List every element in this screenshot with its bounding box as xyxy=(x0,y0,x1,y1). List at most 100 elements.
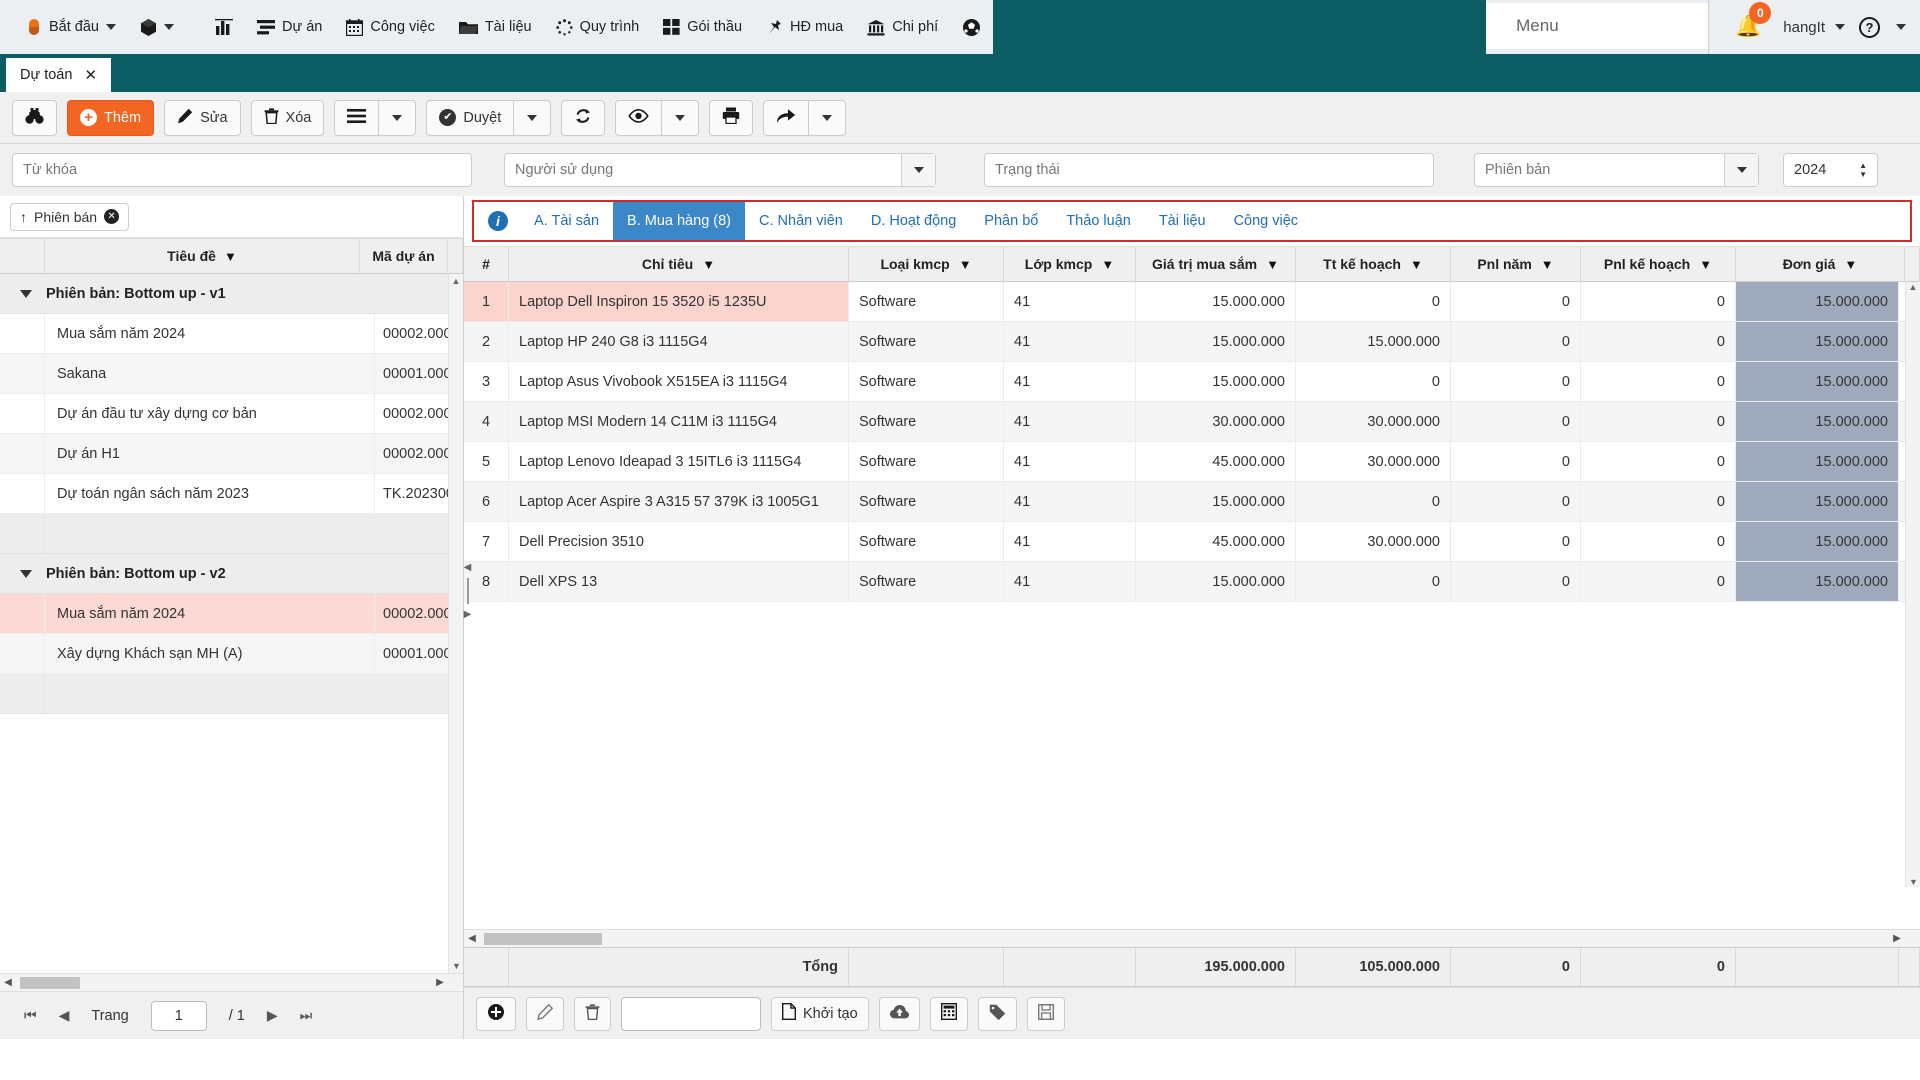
view-dropdown[interactable] xyxy=(661,99,700,136)
tree-row[interactable]: Dự án đầu tư xây dựng cơ bản 00002.00002 xyxy=(0,394,463,434)
grid-row[interactable]: 6 Laptop Acer Aspire 3 A315 57 379K i3 10… xyxy=(464,482,1920,522)
calculator-button[interactable] xyxy=(929,996,968,1031)
tree-row[interactable]: Mua sắm năm 2024 00002.00004 xyxy=(0,314,463,354)
row-delete-button[interactable] xyxy=(574,996,611,1031)
tree-row[interactable]: Dự án H1 00002.00003 xyxy=(0,434,463,474)
save-button[interactable] xyxy=(1026,996,1065,1031)
triangle-down-icon[interactable] xyxy=(20,569,32,578)
filter-funnel-icon[interactable]: ▼ xyxy=(1844,257,1857,272)
document-tab-du-toan[interactable]: Dự toán ✕ xyxy=(6,58,112,92)
nav-item-du-an[interactable]: Dự án xyxy=(245,0,334,54)
prev-page-button[interactable]: ◀ xyxy=(59,1007,70,1024)
tab-tai-lieu[interactable]: Tài liệu xyxy=(1145,202,1220,240)
tree-row[interactable]: Dự toán ngân sách năm 2023 TK.20230001 xyxy=(0,474,463,514)
filter-funnel-icon[interactable]: ▼ xyxy=(959,257,972,272)
chevron-down-icon[interactable] xyxy=(1724,154,1758,186)
spinner-arrows[interactable]: ▲ ▼ xyxy=(1851,161,1867,179)
page-number-input[interactable]: 1 xyxy=(150,1000,207,1031)
tree-header-tieu-de[interactable]: Tiêu đề ▼ xyxy=(45,239,360,273)
tab-c-nhan-vien[interactable]: C. Nhân viên xyxy=(745,202,857,240)
tab-b-mua-hang[interactable]: B. Mua hàng (8) xyxy=(613,202,746,240)
grid-vertical-scrollbar[interactable]: ▲ ▼ xyxy=(1905,282,1920,887)
nav-item-hd-mua[interactable]: HĐ mua xyxy=(754,0,855,54)
list-menu-button[interactable] xyxy=(334,99,379,136)
approve-dropdown[interactable] xyxy=(513,99,552,136)
nav-item-soccer-ball[interactable] xyxy=(950,0,993,54)
tab-d-hoat-dong[interactable]: D. Hoạt động xyxy=(857,202,970,240)
share-dropdown[interactable] xyxy=(808,99,847,136)
start-menu-button[interactable]: Bắt đầu xyxy=(14,0,128,54)
filter-funnel-icon[interactable]: ▼ xyxy=(1101,257,1114,272)
keyword-input[interactable]: Từ khóa xyxy=(12,153,472,187)
grid-header-no[interactable]: # xyxy=(464,247,509,281)
next-page-button[interactable]: ▶ xyxy=(267,1007,278,1024)
menu-button[interactable]: Menu xyxy=(1486,3,1709,49)
chevron-down-icon[interactable] xyxy=(1835,24,1845,30)
year-spinner[interactable]: 2024 ▲ ▼ xyxy=(1783,153,1878,187)
nav-item-quy-trinh[interactable]: Quy trình xyxy=(544,0,652,54)
remove-chip-icon[interactable]: ✕ xyxy=(104,209,120,224)
notifications-button[interactable]: 🔔 0 xyxy=(1723,2,1773,39)
scroll-right-icon[interactable]: ▶ xyxy=(1889,933,1905,944)
grid-row[interactable]: 8 Dell XPS 13 Software 41 15.000.000 0 0 0 15.00… xyxy=(464,562,1920,602)
filter-funnel-icon[interactable]: ▼ xyxy=(1541,257,1554,272)
delete-button[interactable]: Xóa xyxy=(250,99,325,136)
tree-row-selected[interactable]: Mua sắm năm 2024 00002.00004 xyxy=(0,594,463,634)
tree-header-ma-du-an[interactable]: Mã dự án xyxy=(360,239,448,273)
chevron-down-icon[interactable] xyxy=(1896,24,1906,30)
grid-header-gia-tri-mua-sam[interactable]: Giá trị mua sắm ▼ xyxy=(1136,247,1296,281)
chevron-down-icon[interactable] xyxy=(901,154,935,186)
pane-splitter-handle[interactable]: ◀ ▶ xyxy=(463,556,472,626)
version-select[interactable]: Phiên bản xyxy=(1474,153,1759,187)
grid-row[interactable]: 4 Laptop MSI Modern 14 C11M i3 1115G4 Soft… xyxy=(464,402,1920,442)
grid-header-don-gia[interactable]: Đơn giá ▼ xyxy=(1736,247,1905,281)
tag-button[interactable] xyxy=(977,996,1017,1031)
tab-cong-viec[interactable]: Công việc xyxy=(1220,202,1312,240)
row-text-input[interactable] xyxy=(621,996,761,1031)
tab-thao-luan[interactable]: Thảo luận xyxy=(1052,202,1145,240)
scroll-up-icon[interactable]: ▲ xyxy=(449,274,463,288)
grid-row[interactable]: 7 Dell Precision 3510 Software 41 45.000.000… xyxy=(464,522,1920,562)
row-edit-button[interactable] xyxy=(526,996,564,1031)
close-icon[interactable]: ✕ xyxy=(84,66,97,84)
tree-row[interactable]: Xây dựng Khách sạn MH (A) 00001.00012 xyxy=(0,634,463,674)
grid-header-lop-kmcp[interactable]: Lớp kmcp ▼ xyxy=(1004,247,1136,281)
grid-row[interactable]: 2 Laptop HP 240 G8 i3 1115G4 Software 41 15.… xyxy=(464,322,1920,362)
view-button[interactable] xyxy=(615,99,662,136)
initialize-button[interactable]: Khởi tạo xyxy=(771,996,869,1031)
splitter-collapse-right-icon[interactable]: ▶ xyxy=(464,609,472,620)
grid-header-pnl-ke-hoach[interactable]: Pnl kế hoạch ▼ xyxy=(1581,247,1736,281)
scrollbar-thumb[interactable] xyxy=(484,932,602,945)
tree-vertical-scrollbar[interactable]: ▲ ▼ xyxy=(448,274,463,973)
scroll-left-icon[interactable]: ◀ xyxy=(0,977,16,988)
refresh-button[interactable] xyxy=(561,99,606,136)
list-menu-dropdown[interactable] xyxy=(378,99,417,136)
filter-funnel-icon[interactable]: ▼ xyxy=(1410,257,1423,272)
info-tab-button[interactable]: i xyxy=(474,202,520,240)
approve-button[interactable]: ✔ Duyệt xyxy=(426,99,514,136)
scroll-right-icon[interactable]: ▶ xyxy=(432,977,448,988)
user-menu-label[interactable]: hangIt xyxy=(1777,19,1831,36)
tab-a-tai-san[interactable]: A. Tài sản xyxy=(520,202,613,240)
user-select[interactable]: Người sử dụng xyxy=(504,153,936,187)
tree-row[interactable]: Sakana 00001.00008 xyxy=(0,354,463,394)
group-by-chip-phien-ban[interactable]: ↑ Phiên bán ✕ xyxy=(10,202,130,231)
scrollbar-thumb[interactable] xyxy=(20,976,80,989)
upload-button[interactable] xyxy=(878,996,920,1031)
scroll-down-icon[interactable]: ▼ xyxy=(1906,877,1920,887)
filter-funnel-icon[interactable]: ▼ xyxy=(1699,257,1712,272)
filter-funnel-icon[interactable]: ▼ xyxy=(702,257,715,272)
status-input[interactable]: Trạng thái xyxy=(984,153,1434,187)
nav-item-goi-thau[interactable]: Gói thầu xyxy=(651,0,754,54)
dashboard-chart-button[interactable] xyxy=(203,0,245,54)
nav-item-cong-viec[interactable]: Công việc xyxy=(334,0,446,54)
edit-button[interactable]: Sửa xyxy=(164,99,241,136)
last-page-button[interactable]: ⏭ xyxy=(300,1007,313,1024)
row-add-button[interactable] xyxy=(476,996,516,1031)
tree-group-header[interactable]: Phiên bản: Bottom up - v1 xyxy=(0,274,463,314)
scroll-up-icon[interactable]: ▲ xyxy=(1906,282,1920,292)
triangle-down-icon[interactable] xyxy=(20,289,32,298)
scroll-left-icon[interactable]: ◀ xyxy=(464,933,480,944)
find-button[interactable] xyxy=(12,99,57,136)
filter-funnel-icon[interactable]: ▼ xyxy=(224,249,237,264)
